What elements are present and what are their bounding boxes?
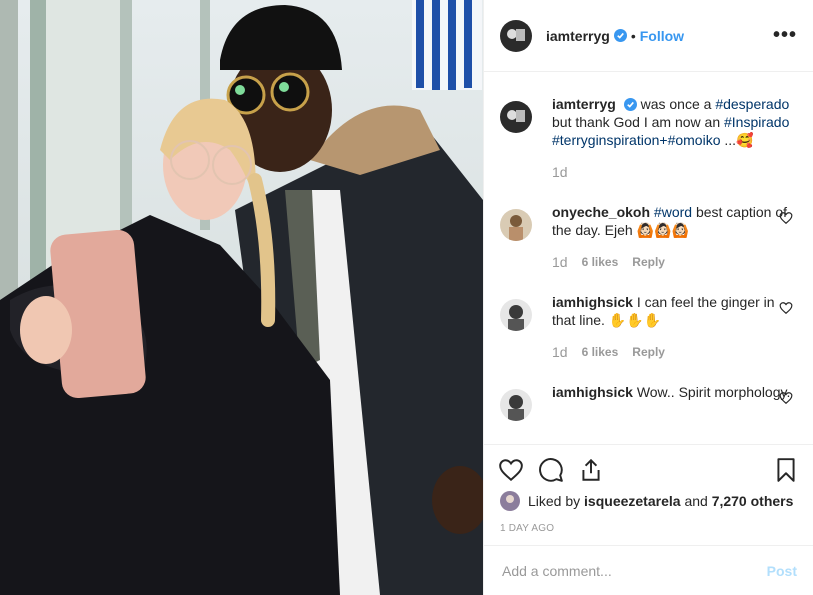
comment-username[interactable]: onyeche_okoh xyxy=(552,204,650,220)
comments-list[interactable]: iamterryg was once a #desperado but than… xyxy=(484,73,813,443)
comment-meta: 1d 6 likes Reply xyxy=(552,253,797,271)
comment-meta: 1d 6 likes Reply xyxy=(552,343,797,361)
commenter-avatar[interactable] xyxy=(500,389,532,421)
add-comment-bar: Post xyxy=(484,545,813,595)
comment-username[interactable]: iamhighsick xyxy=(552,294,633,310)
verified-badge-icon xyxy=(623,98,637,111)
hashtag-link[interactable]: #desperado xyxy=(715,96,789,112)
hashtag-link[interactable]: #word xyxy=(654,204,692,220)
liker-avatar[interactable] xyxy=(500,491,520,511)
selfie-photo-illustration xyxy=(0,0,483,595)
caption-meta: 1d xyxy=(552,163,797,181)
post-date[interactable]: 1 DAY AGO xyxy=(500,523,554,534)
comment-text: Wow.. Spirit morphology. xyxy=(636,384,791,400)
likes-count[interactable]: 7,270 others xyxy=(712,493,794,509)
more-options-icon[interactable]: ••• xyxy=(773,24,797,47)
commenter-avatar[interactable] xyxy=(500,299,532,331)
header-separator: • xyxy=(630,27,636,44)
author-avatar[interactable] xyxy=(500,19,532,52)
comment-like-icon[interactable] xyxy=(779,211,793,225)
comment-item: onyeche_okoh #word best caption of the d… xyxy=(500,203,797,271)
comment-icon[interactable] xyxy=(538,457,564,483)
post-side-panel: iamterryg • Follow ••• iamterryg was onc… xyxy=(483,0,813,595)
post-header: iamterryg • Follow ••• xyxy=(484,0,813,72)
comment-like-icon[interactable] xyxy=(779,391,793,405)
liker-username[interactable]: isqueezetarela xyxy=(584,493,681,509)
reply-button[interactable]: Reply xyxy=(632,343,665,361)
caption-text: ...🥰 xyxy=(724,132,754,148)
caption: iamterryg was once a #desperado but than… xyxy=(500,95,797,181)
follow-button[interactable]: Follow xyxy=(640,28,684,44)
post-comment-button[interactable]: Post xyxy=(767,563,797,579)
instagram-post: iamterryg • Follow ••• iamterryg was onc… xyxy=(0,0,813,595)
comment-likes[interactable]: 6 likes xyxy=(582,343,619,361)
hashtag-link[interactable]: #omoiko xyxy=(668,132,721,148)
reply-button[interactable]: Reply xyxy=(632,253,665,271)
likes-summary: Liked by isqueezetarela and 7,270 others xyxy=(500,491,797,511)
bookmark-icon[interactable] xyxy=(773,457,799,483)
comment-like-icon[interactable] xyxy=(779,301,793,315)
hashtag-link[interactable]: #terryginspiration+ xyxy=(552,132,668,148)
caption-age[interactable]: 1d xyxy=(552,163,568,181)
caption-username[interactable]: iamterryg xyxy=(552,96,616,112)
heart-icon[interactable] xyxy=(498,457,524,483)
comment-age[interactable]: 1d xyxy=(552,253,568,271)
comment-item: iamhighsick Wow.. Spirit morphology. xyxy=(500,383,797,421)
post-actions xyxy=(484,444,813,494)
verified-badge-icon xyxy=(613,29,627,42)
share-icon[interactable] xyxy=(578,457,604,483)
caption-text: but thank God I am now an xyxy=(552,114,721,130)
comment-item: iamhighsick I can feel the ginger in tha… xyxy=(500,293,797,361)
commenter-avatar[interactable] xyxy=(500,209,532,241)
comment-likes[interactable]: 6 likes xyxy=(582,253,619,271)
comment-age[interactable]: 1d xyxy=(552,343,568,361)
likes-prefix: Liked by xyxy=(528,493,581,509)
post-photo[interactable] xyxy=(0,0,483,595)
hashtag-link[interactable]: #Inspirado xyxy=(724,114,789,130)
caption-avatar[interactable] xyxy=(500,101,532,133)
comment-input[interactable] xyxy=(500,561,767,580)
likes-connector: and xyxy=(684,493,708,509)
caption-text: was once a xyxy=(640,96,712,112)
comment-username[interactable]: iamhighsick xyxy=(552,384,633,400)
author-username[interactable]: iamterryg xyxy=(546,28,610,44)
